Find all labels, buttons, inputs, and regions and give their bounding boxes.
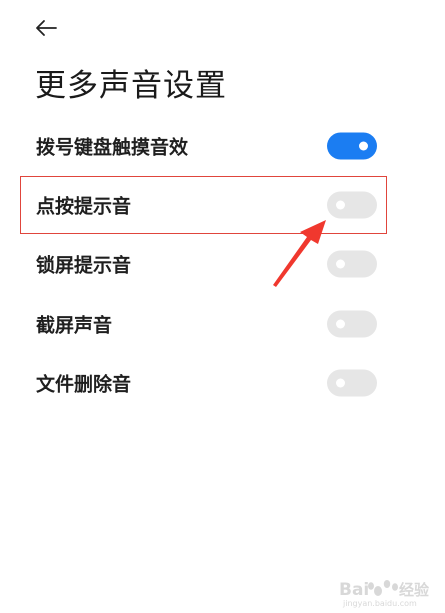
dial-pad-sound-toggle[interactable]	[327, 132, 377, 160]
setting-label: 文件删除音	[36, 373, 132, 396]
toggle-knob	[336, 378, 345, 388]
setting-label: 截屏声音	[36, 314, 113, 337]
svg-text:Bai: Bai	[339, 580, 369, 600]
toggle-knob	[336, 259, 345, 269]
file-delete-sound-toggle[interactable]	[327, 369, 377, 397]
setting-label: 拨号键盘触摸音效	[36, 136, 189, 159]
setting-label: 点按提示音	[36, 195, 132, 218]
screenshot-sound-toggle[interactable]	[327, 310, 377, 338]
arrow-left-icon	[36, 20, 57, 36]
svg-text:经验: 经验	[399, 581, 430, 599]
setting-row-file-delete-sound[interactable]: 文件删除音	[0, 354, 445, 412]
tap-sound-toggle[interactable]	[327, 191, 377, 219]
page-title: 更多声音设置	[35, 68, 227, 104]
setting-row-dial-pad-touch-sound[interactable]: 拨号键盘触摸音效	[0, 117, 445, 175]
toggle-knob	[336, 319, 345, 329]
setting-row-lock-screen-sound[interactable]: 锁屏提示音	[0, 235, 445, 293]
watermark-logo: Bai 经验 jingyan.baidu.com	[339, 580, 430, 608]
back-button[interactable]	[30, 14, 62, 42]
setting-row-tap-sound[interactable]: 点按提示音	[0, 176, 445, 234]
toggle-knob	[336, 200, 345, 210]
setting-label: 锁屏提示音	[36, 254, 132, 277]
toggle-knob	[359, 141, 368, 151]
setting-row-screenshot-sound[interactable]: 截屏声音	[0, 295, 445, 353]
svg-text:jingyan.baidu.com: jingyan.baidu.com	[342, 599, 417, 608]
lock-screen-sound-toggle[interactable]	[327, 250, 377, 278]
